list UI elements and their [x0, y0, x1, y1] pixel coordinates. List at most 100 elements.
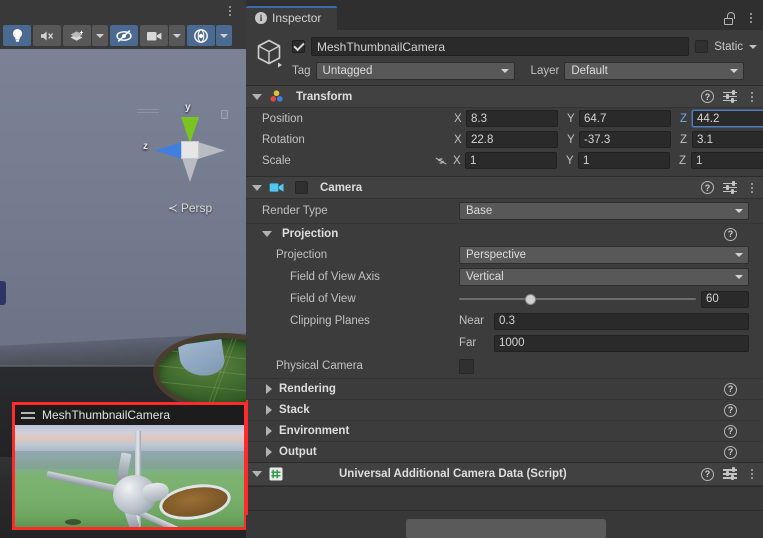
- urp-camera-data-foldout-icon[interactable]: [252, 471, 262, 477]
- urp-camera-data-header[interactable]: Universal Additional Camera Data (Script…: [246, 463, 763, 486]
- toggle-scene-lighting-button[interactable]: [3, 25, 31, 46]
- position-x-field[interactable]: X 8.3: [454, 110, 558, 127]
- projection-section-title: Projection: [282, 228, 339, 240]
- physical-camera-checkbox[interactable]: [459, 358, 474, 374]
- rotation-y-input[interactable]: -37.3: [579, 131, 671, 148]
- render-type-dropdown[interactable]: Base: [459, 202, 749, 220]
- scene-overflow-menu-icon[interactable]: [224, 3, 236, 19]
- rotation-z-field[interactable]: Z 3.1: [680, 131, 763, 148]
- scale-y-field[interactable]: Y 1: [566, 152, 670, 169]
- scene-object-marker: [0, 281, 6, 305]
- scale-unlinked-icon[interactable]: [434, 155, 448, 167]
- help-icon[interactable]: ?: [701, 181, 714, 194]
- near-input[interactable]: 0.3: [494, 312, 749, 330]
- transform-foldout-icon[interactable]: [252, 93, 262, 100]
- preset-icon[interactable]: [723, 180, 737, 194]
- fov-slider-track[interactable]: [459, 298, 696, 300]
- rotation-x-field[interactable]: X 22.8: [454, 131, 558, 148]
- gizmo-projection-toggle[interactable]: ≺ Persp: [140, 201, 240, 215]
- fx-dropdown-caret[interactable]: [92, 25, 108, 46]
- urp-camera-data-kebab-menu-icon[interactable]: [746, 468, 757, 481]
- preset-icon[interactable]: [723, 89, 737, 103]
- help-icon[interactable]: ?: [724, 227, 737, 241]
- camera-section-stack[interactable]: Stack ?: [246, 399, 763, 420]
- gizmos-dropdown-caret[interactable]: [216, 25, 232, 46]
- position-z-input[interactable]: 44.2: [692, 110, 763, 127]
- stack-foldout-icon[interactable]: [266, 405, 272, 415]
- help-icon[interactable]: ?: [724, 403, 737, 417]
- projection-foldout-icon[interactable]: [262, 231, 272, 237]
- position-y-field[interactable]: Y 64.7: [567, 110, 671, 127]
- scene-viewport[interactable]: y z ≺ Persp MeshThumbnailCamera: [0, 49, 246, 538]
- gizmos-toggle-button[interactable]: [187, 25, 215, 46]
- toggle-fx-button[interactable]: [63, 25, 91, 46]
- position-y-input[interactable]: 64.7: [579, 110, 671, 127]
- tag-label: Tag: [292, 65, 311, 77]
- rotation-x-input[interactable]: 22.8: [466, 131, 558, 148]
- game-object-enabled-checkbox[interactable]: [292, 40, 305, 53]
- fov-axis-dropdown[interactable]: Vertical: [459, 268, 749, 286]
- rendering-foldout-icon[interactable]: [266, 384, 272, 394]
- toggle-audio-button[interactable]: [33, 25, 61, 46]
- rotation-y-field[interactable]: Y -37.3: [567, 131, 671, 148]
- camera-enabled-checkbox[interactable]: [295, 181, 308, 194]
- tag-dropdown[interactable]: Untagged: [315, 62, 515, 80]
- projection-section-header[interactable]: Projection ?: [246, 223, 763, 244]
- gizmo-axis-z-cone[interactable]: [155, 142, 182, 159]
- scene-orientation-gizmo[interactable]: y z ≺ Persp: [137, 101, 240, 226]
- inspector-tab-actions: [724, 11, 757, 25]
- scale-x-input[interactable]: 1: [465, 152, 557, 169]
- chevron-down-icon: [730, 69, 739, 73]
- help-icon[interactable]: ?: [724, 445, 737, 459]
- camera-preview-overlay[interactable]: MeshThumbnailCamera: [12, 402, 246, 530]
- help-icon[interactable]: ?: [701, 90, 714, 103]
- help-icon[interactable]: ?: [701, 467, 714, 481]
- game-object-name-input[interactable]: MeshThumbnailCamera: [311, 37, 690, 56]
- output-foldout-icon[interactable]: [266, 447, 272, 457]
- position-x-input[interactable]: 8.3: [466, 110, 558, 127]
- scale-z-field[interactable]: Z 1: [679, 152, 763, 169]
- help-icon[interactable]: ?: [724, 424, 737, 438]
- static-dropdown-caret-icon[interactable]: [749, 44, 757, 49]
- inspector-kebab-menu-icon[interactable]: [745, 11, 757, 25]
- gizmo-lock-icon[interactable]: [221, 110, 228, 119]
- help-icon[interactable]: ?: [724, 382, 737, 396]
- scene-camera-dropdown-caret[interactable]: [169, 25, 185, 46]
- rotation-z-input[interactable]: 3.1: [692, 131, 763, 148]
- eye-crossed-icon: [116, 29, 132, 42]
- camera-row-projection: Projection Perspective: [246, 244, 763, 266]
- gizmo-axis-y-cone[interactable]: [181, 117, 199, 143]
- scene-camera-button[interactable]: [140, 25, 168, 46]
- fov-slider-knob[interactable]: [525, 293, 537, 305]
- projection-dropdown[interactable]: Perspective: [459, 246, 749, 264]
- scene-view-toolbar: [0, 22, 246, 49]
- camera-section-environment[interactable]: Environment ?: [246, 420, 763, 441]
- lock-open-icon[interactable]: [724, 11, 735, 25]
- transform-header[interactable]: Transform ?: [246, 86, 763, 108]
- toggle-hidden-objects-button[interactable]: [110, 25, 138, 46]
- camera-section-output[interactable]: Output ?: [246, 441, 763, 462]
- camera-kebab-menu-icon[interactable]: [746, 181, 757, 194]
- transform-kebab-menu-icon[interactable]: [746, 90, 757, 103]
- scale-x-field[interactable]: X 1: [453, 152, 557, 169]
- environment-foldout-icon[interactable]: [266, 426, 272, 436]
- fov-input[interactable]: 60: [701, 290, 749, 308]
- preset-icon[interactable]: [723, 467, 737, 480]
- camera-section-rendering[interactable]: Rendering ?: [246, 378, 763, 399]
- fov-slider[interactable]: [459, 291, 696, 308]
- far-input[interactable]: 1000: [494, 334, 749, 352]
- camera-foldout-icon[interactable]: [252, 184, 262, 191]
- camera-preview-title: MeshThumbnailCamera: [42, 408, 171, 422]
- scale-y-input[interactable]: 1: [578, 152, 670, 169]
- static-checkbox[interactable]: [695, 40, 709, 53]
- add-component-button[interactable]: [406, 519, 606, 538]
- gizmo-axis-x-cone[interactable]: [198, 142, 225, 159]
- drag-handle-icon[interactable]: [21, 411, 35, 419]
- gizmo-axis-negative-y-cone[interactable]: [182, 158, 198, 182]
- position-z-field[interactable]: Z 44.2: [680, 110, 763, 127]
- scale-z-input[interactable]: 1: [691, 152, 763, 169]
- camera-header[interactable]: Camera ?: [246, 177, 763, 199]
- layer-dropdown[interactable]: Default: [564, 62, 745, 80]
- gizmo-center-cube[interactable]: [181, 141, 199, 159]
- tab-inspector[interactable]: i Inspector: [246, 6, 338, 30]
